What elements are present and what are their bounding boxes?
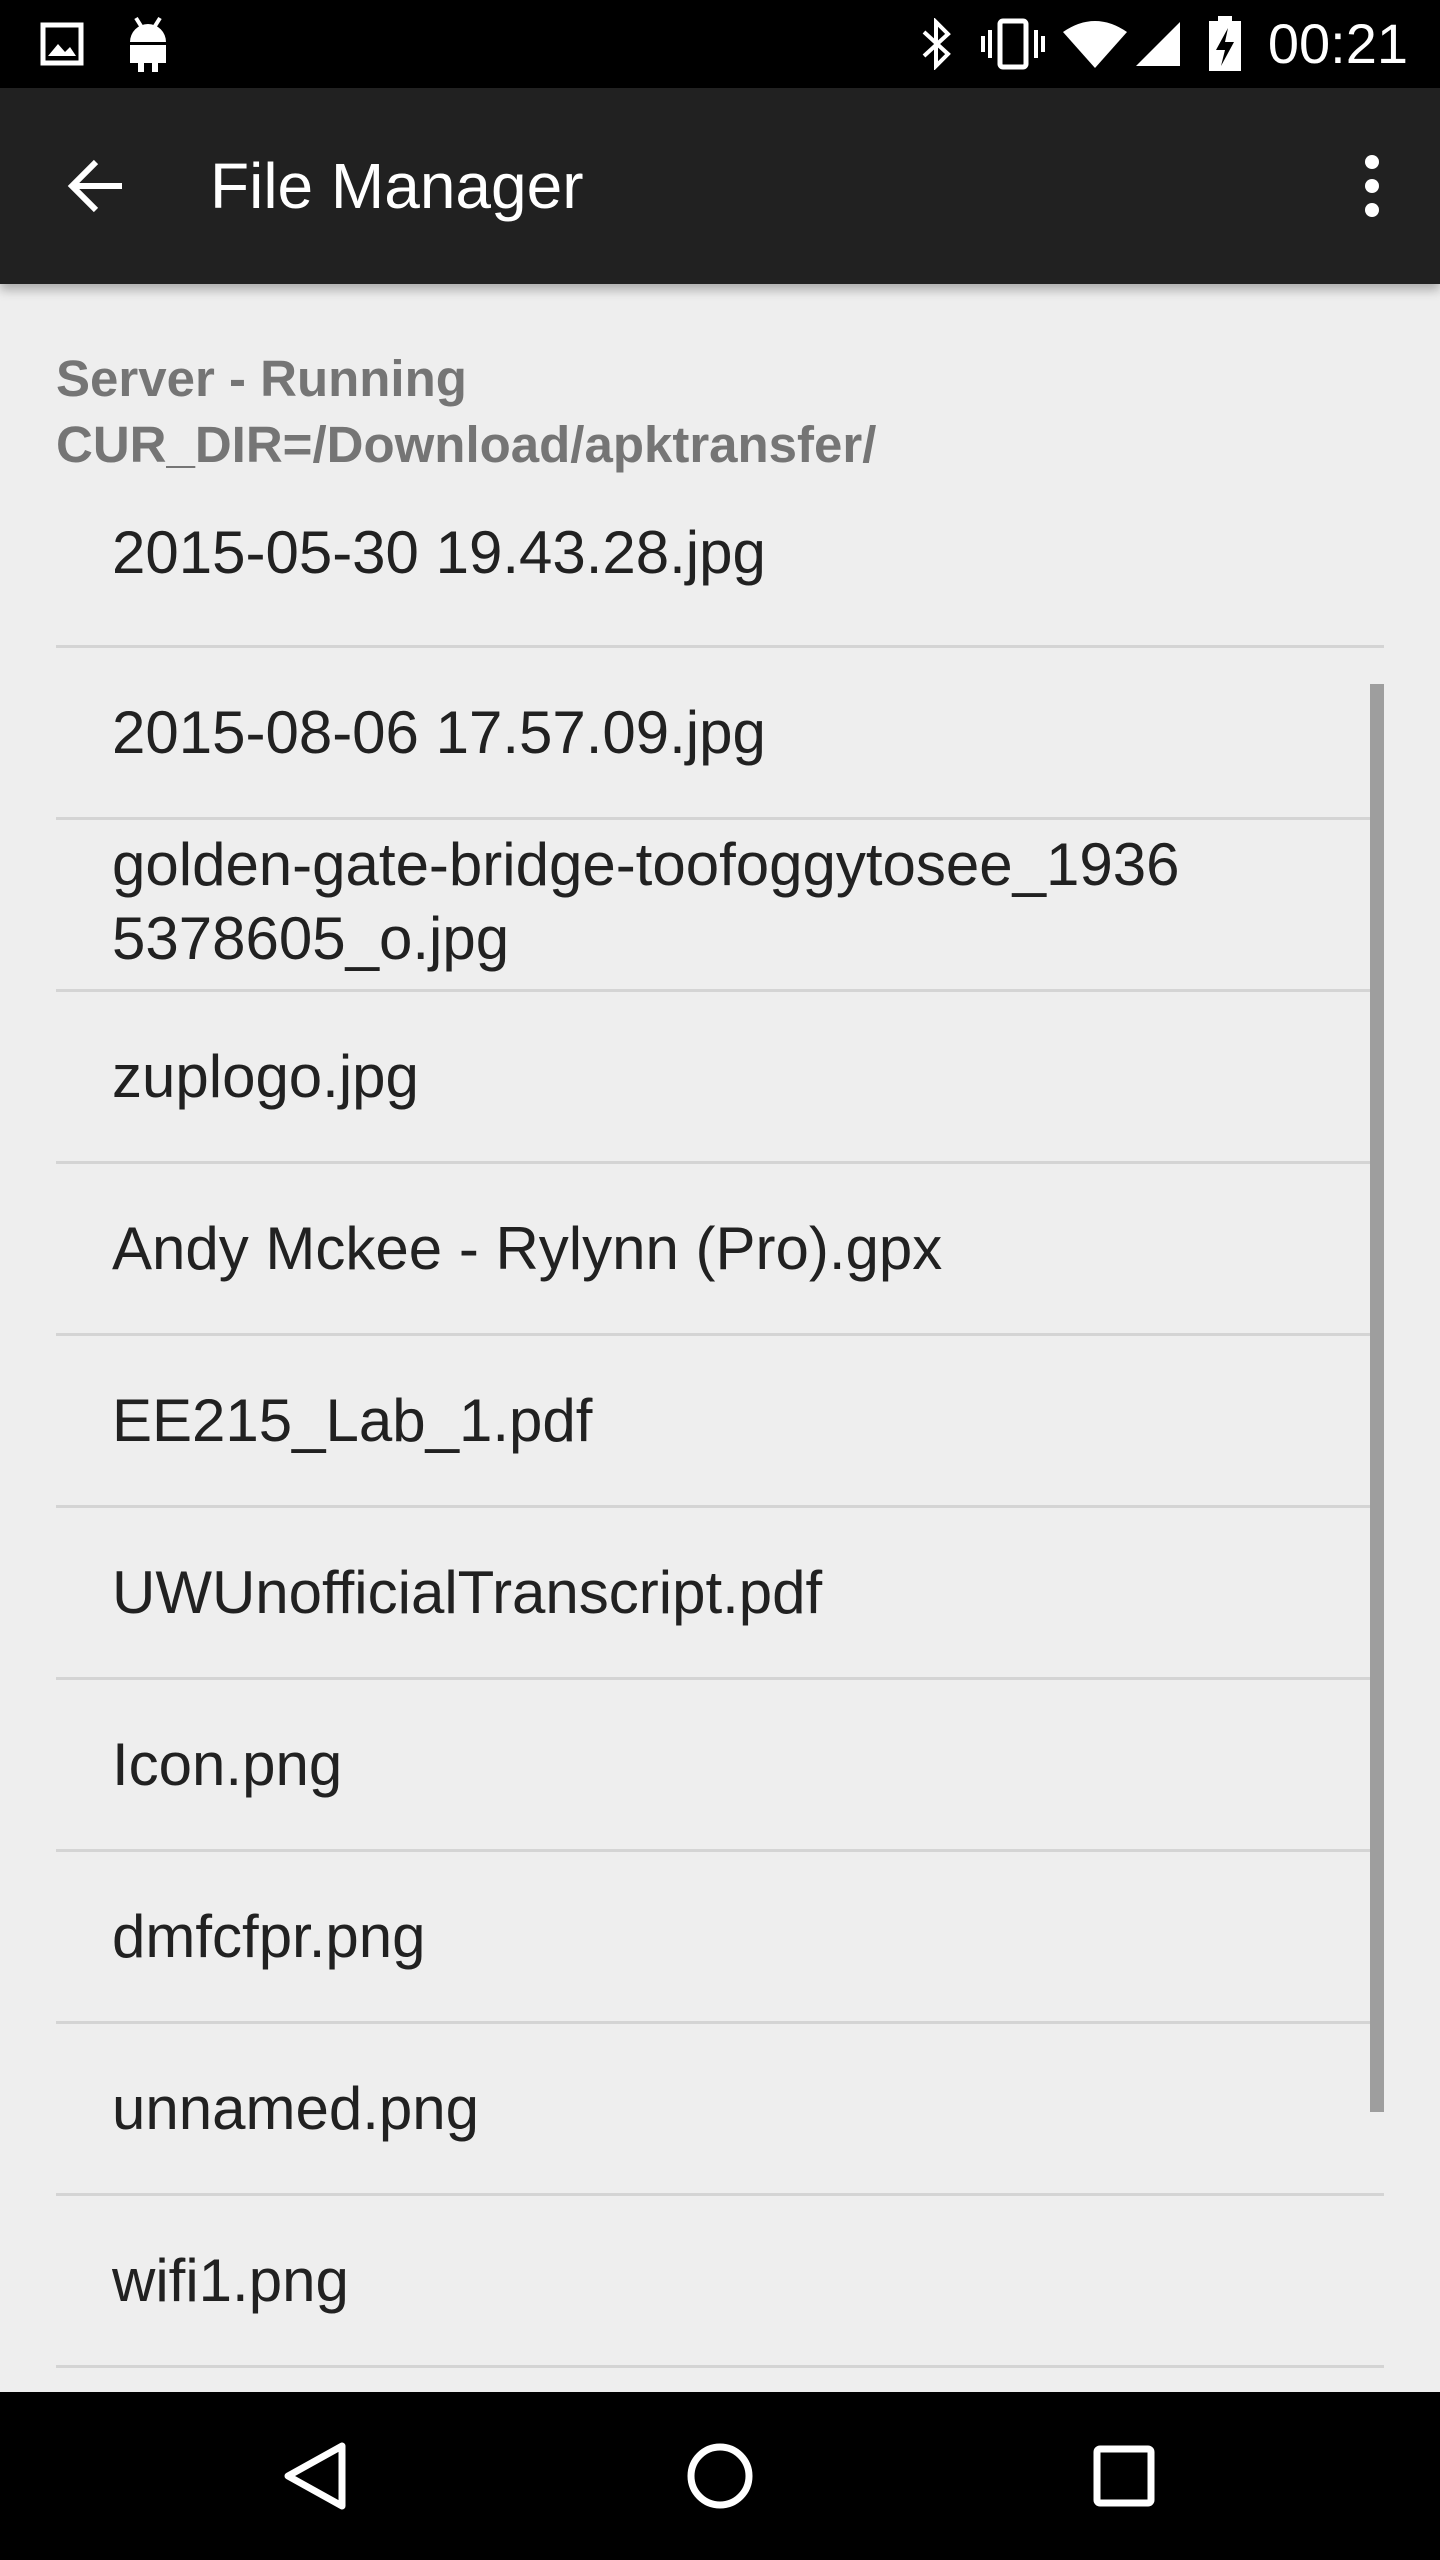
file-name: golden-gate-bridge-toofoggytosee_1936537…: [112, 831, 1180, 972]
file-item[interactable]: 2015-05-30 19.43.28.jpg: [56, 516, 1384, 648]
file-item[interactable]: unnamed.png: [56, 2024, 1384, 2196]
file-item[interactable]: 2015-08-06 17.57.09.jpg: [56, 648, 1384, 820]
file-item[interactable]: zuplogo.jpg: [56, 992, 1384, 1164]
file-item[interactable]: dmfcfpr.png: [56, 1852, 1384, 2024]
cell-signal-icon: [1136, 22, 1180, 66]
app-title: File Manager: [210, 150, 584, 222]
file-name: zuplogo.jpg: [112, 1042, 419, 1110]
nav-back-icon: [284, 2442, 346, 2510]
bluetooth-icon: [922, 18, 951, 70]
file-name: wifi1.png: [112, 2246, 349, 2314]
file-item[interactable]: Andy Mckee - Rylynn (Pro).gpx: [56, 1164, 1384, 1336]
scrollbar[interactable]: [1370, 684, 1384, 2112]
file-item[interactable]: golden-gate-bridge-toofoggytosee_1936537…: [56, 820, 1384, 992]
file-item[interactable]: UWUnofficialTranscript.pdf: [56, 1508, 1384, 1680]
overflow-menu-button[interactable]: [1324, 130, 1420, 242]
nav-recents-icon: [1093, 2445, 1155, 2507]
status-bar: 00:21: [0, 0, 1440, 88]
navigation-bar: [0, 2392, 1440, 2560]
file-name: dmfcfpr.png: [112, 1902, 426, 1970]
file-name: unnamed.png: [112, 2074, 479, 2142]
nav-back-button[interactable]: [256, 2416, 376, 2536]
back-button[interactable]: [40, 130, 152, 242]
server-info: Server - Running CUR_DIR=/Download/apktr…: [56, 346, 876, 478]
file-list: 2015-05-30 19.43.28.jpg 2015-08-06 17.57…: [56, 516, 1384, 2368]
battery-charging-icon: [1209, 16, 1241, 71]
android-icon: [130, 16, 166, 72]
current-directory: CUR_DIR=/Download/apktransfer/: [56, 416, 877, 473]
file-name: EE215_Lab_1.pdf: [112, 1386, 593, 1454]
wifi-icon: [1063, 21, 1127, 68]
file-item[interactable]: Icon.png: [56, 1680, 1384, 1852]
arrow-back-icon: [67, 159, 122, 213]
nav-home-button[interactable]: [660, 2416, 780, 2536]
nav-recents-button[interactable]: [1064, 2416, 1184, 2536]
file-name: Icon.png: [112, 1730, 343, 1798]
file-browser-content: Server - Running CUR_DIR=/Download/apktr…: [0, 284, 1440, 2392]
app-bar: File Manager: [0, 88, 1440, 284]
file-item[interactable]: EE215_Lab_1.pdf: [56, 1336, 1384, 1508]
file-name: 2015-08-06 17.57.09.jpg: [112, 698, 766, 766]
file-name: UWUnofficialTranscript.pdf: [112, 1558, 823, 1626]
server-status: Server - Running: [56, 350, 467, 407]
file-name: 2015-05-30 19.43.28.jpg: [112, 519, 766, 586]
nav-home-icon: [687, 2443, 753, 2509]
image-icon: [40, 22, 84, 66]
more-vert-icon: [1365, 155, 1379, 217]
status-time: 00:21: [1267, 12, 1408, 75]
file-item[interactable]: wifi1.png: [56, 2196, 1384, 2368]
vibrate-icon: [981, 18, 1045, 70]
file-name: Andy Mckee - Rylynn (Pro).gpx: [112, 1214, 943, 1282]
